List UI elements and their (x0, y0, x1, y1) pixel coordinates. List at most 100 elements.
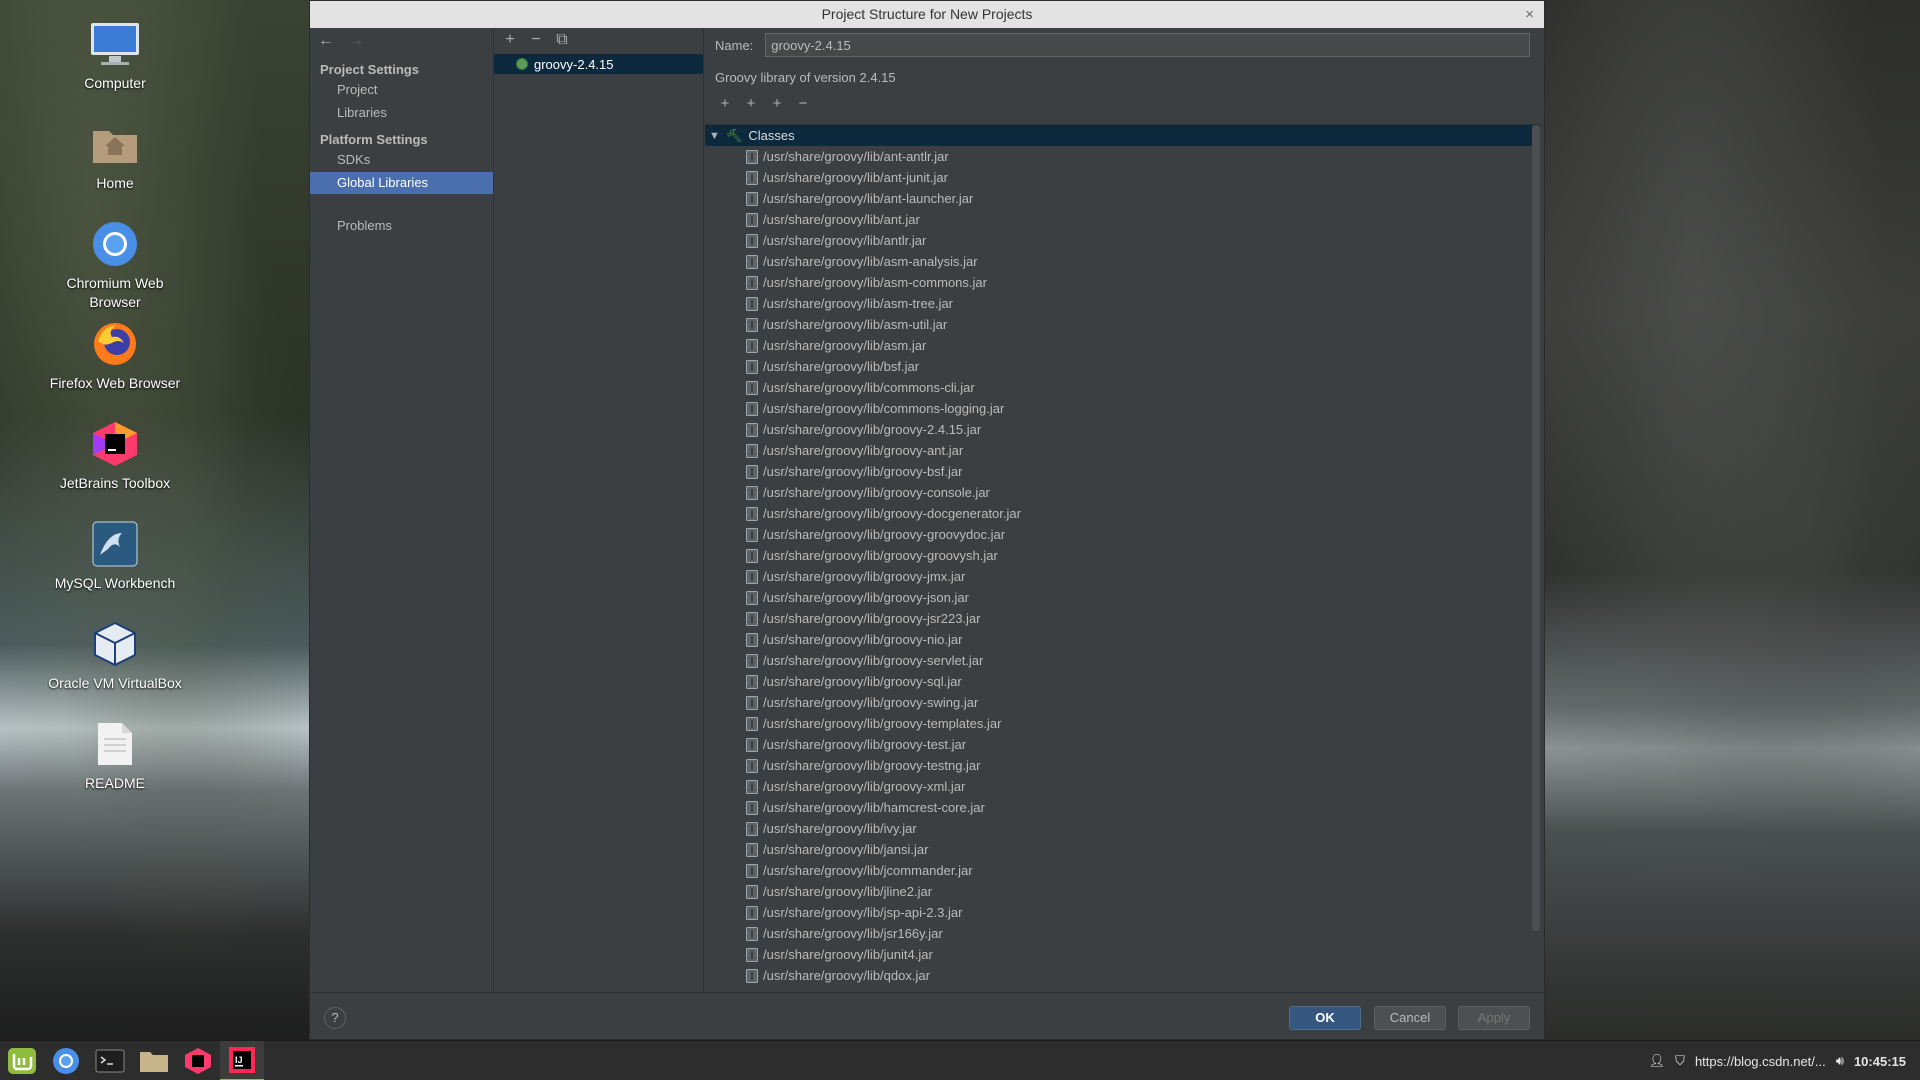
nav-section-project-settings: Project Settings (320, 62, 419, 77)
forward-arrow-icon[interactable]: → (348, 32, 364, 54)
mint-menu-icon[interactable] (0, 1041, 44, 1080)
jar-row[interactable]: /usr/share/groovy/lib/groovy-bsf.jar (705, 461, 1540, 482)
jar-row[interactable]: /usr/share/groovy/lib/hamcrest-core.jar (705, 797, 1540, 818)
jar-file-icon (746, 296, 758, 311)
nav-item-global-libraries[interactable]: Global Libraries (310, 172, 493, 194)
remove-icon[interactable]: − (528, 31, 544, 49)
desktop-icon-readme[interactable]: README (40, 718, 190, 818)
volume-icon[interactable]: 🔊︎ (1836, 1053, 1844, 1069)
add-icon[interactable]: + (717, 95, 733, 112)
jar-row[interactable]: /usr/share/groovy/lib/ant.jar (705, 209, 1540, 230)
jar-file-icon (746, 653, 758, 668)
remove-icon[interactable]: − (795, 95, 811, 112)
jar-row[interactable]: /usr/share/groovy/lib/junit4.jar (705, 944, 1540, 965)
tree-node-classes[interactable]: ▼ 🔨︎ Classes (705, 125, 1540, 146)
jar-row[interactable]: /usr/share/groovy/lib/groovy-docgenerato… (705, 503, 1540, 524)
jar-path: /usr/share/groovy/lib/groovy-docgenerato… (763, 506, 1021, 521)
nav-item-sdks[interactable]: SDKs (310, 149, 493, 171)
jar-row[interactable]: /usr/share/groovy/lib/asm-util.jar (705, 314, 1540, 335)
jar-file-icon (746, 926, 758, 941)
nav-item-libraries[interactable]: Libraries (310, 102, 493, 124)
jar-row[interactable]: /usr/share/groovy/lib/groovy-json.jar (705, 587, 1540, 608)
jar-row[interactable]: /usr/share/groovy/lib/groovy-jmx.jar (705, 566, 1540, 587)
copy-icon[interactable]: ⧉ (554, 31, 570, 49)
chromium-icon[interactable] (44, 1041, 88, 1080)
desktop-icon-jetbrains-toolbox[interactable]: JetBrains Toolbox (40, 418, 190, 518)
jar-path: /usr/share/groovy/lib/asm-commons.jar (763, 275, 987, 290)
add-icon[interactable]: + (502, 31, 518, 49)
jar-row[interactable]: /usr/share/groovy/lib/antlr.jar (705, 230, 1540, 251)
back-arrow-icon[interactable]: ← (318, 32, 334, 54)
jar-row[interactable]: /usr/share/groovy/lib/groovy-testng.jar (705, 755, 1540, 776)
desktop-icon-computer[interactable]: Computer (40, 18, 190, 118)
dialog-titlebar[interactable]: Project Structure for New Projects × (310, 1, 1544, 28)
jar-row[interactable]: /usr/share/groovy/lib/groovy-groovysh.ja… (705, 545, 1540, 566)
add-specific-icon[interactable]: + (743, 95, 759, 112)
jar-row[interactable]: /usr/share/groovy/lib/groovy-2.4.15.jar (705, 419, 1540, 440)
jar-row[interactable]: /usr/share/groovy/lib/groovy-nio.jar (705, 629, 1540, 650)
jar-row[interactable]: /usr/share/groovy/lib/groovy-xml.jar (705, 776, 1540, 797)
close-icon[interactable]: × (1525, 1, 1534, 28)
wrench-icon: 🔨︎ (725, 127, 743, 143)
nav-item-project[interactable]: Project (310, 79, 493, 101)
jar-path: /usr/share/groovy/lib/groovy-servlet.jar (763, 653, 984, 668)
jar-row[interactable]: /usr/share/groovy/lib/groovy-jsr223.jar (705, 608, 1540, 629)
name-input[interactable] (765, 33, 1531, 57)
jar-row[interactable]: /usr/share/groovy/lib/ant-junit.jar (705, 167, 1540, 188)
library-item-groovy[interactable]: groovy-2.4.15 (494, 54, 703, 74)
jar-file-icon (746, 758, 758, 773)
intellij-idea-icon[interactable]: IJ (220, 1040, 264, 1080)
desktop-icon-chromium[interactable]: Chromium Web Browser (40, 218, 190, 318)
jar-row[interactable]: /usr/share/groovy/lib/groovy-console.jar (705, 482, 1540, 503)
nav-section-platform-settings: Platform Settings (320, 132, 428, 147)
desktop-icon-firefox[interactable]: Firefox Web Browser (40, 318, 190, 418)
jar-row[interactable]: /usr/share/groovy/lib/groovy-servlet.jar (705, 650, 1540, 671)
jar-row[interactable]: /usr/share/groovy/lib/groovy-groovydoc.j… (705, 524, 1540, 545)
apply-button[interactable]: Apply (1458, 1006, 1530, 1030)
jar-row[interactable]: /usr/share/groovy/lib/ant-antlr.jar (705, 146, 1540, 167)
jar-row[interactable]: /usr/share/groovy/lib/groovy-sql.jar (705, 671, 1540, 692)
jar-file-icon (746, 254, 758, 269)
jar-row[interactable]: /usr/share/groovy/lib/asm.jar (705, 335, 1540, 356)
expand-triangle-icon[interactable]: ▼ (709, 130, 720, 142)
jar-row[interactable]: /usr/share/groovy/lib/asm-tree.jar (705, 293, 1540, 314)
files-icon[interactable] (132, 1041, 176, 1080)
help-button[interactable]: ? (324, 1007, 346, 1029)
jar-row[interactable]: /usr/share/groovy/lib/jsp-api-2.3.jar (705, 902, 1540, 923)
jar-file-icon (746, 569, 758, 584)
clock[interactable]: 10:45:15 (1854, 1054, 1906, 1069)
jar-file-icon (746, 737, 758, 752)
desktop-icon-home[interactable]: Home (40, 118, 190, 218)
jar-row[interactable]: /usr/share/groovy/lib/jansi.jar (705, 839, 1540, 860)
jar-path: /usr/share/groovy/lib/jsp-api-2.3.jar (763, 905, 963, 920)
jar-row[interactable]: /usr/share/groovy/lib/groovy-swing.jar (705, 692, 1540, 713)
ok-button[interactable]: OK (1289, 1006, 1361, 1030)
jar-row[interactable]: /usr/share/groovy/lib/ivy.jar (705, 818, 1540, 839)
jetbrains-toolbox-icon[interactable] (176, 1041, 220, 1080)
desktop-icon-mysql-workbench[interactable]: MySQL Workbench (40, 518, 190, 618)
jar-row[interactable]: /usr/share/groovy/lib/asm-analysis.jar (705, 251, 1540, 272)
jar-row[interactable]: /usr/share/groovy/lib/jline2.jar (705, 881, 1540, 902)
jar-row[interactable]: /usr/share/groovy/lib/asm-commons.jar (705, 272, 1540, 293)
jar-row[interactable]: /usr/share/groovy/lib/qdox.jar (705, 965, 1540, 986)
cancel-button[interactable]: Cancel (1374, 1006, 1446, 1030)
jar-row[interactable]: /usr/share/groovy/lib/commons-logging.ja… (705, 398, 1540, 419)
jar-row[interactable]: /usr/share/groovy/lib/jcommander.jar (705, 860, 1540, 881)
taskbar: IJ 👤︎ ⛉ https://blog.csdn.net/... 🔊︎ 10:… (0, 1040, 1920, 1080)
add-jar-icon[interactable]: + (769, 95, 785, 112)
user-icon[interactable]: 👤︎ (1649, 1053, 1666, 1069)
jar-row[interactable]: /usr/share/groovy/lib/groovy-ant.jar (705, 440, 1540, 461)
jar-row[interactable]: /usr/share/groovy/lib/groovy-test.jar (705, 734, 1540, 755)
jar-row[interactable]: /usr/share/groovy/lib/jsr166y.jar (705, 923, 1540, 944)
jar-row[interactable]: /usr/share/groovy/lib/ant-launcher.jar (705, 188, 1540, 209)
tree-scrollbar[interactable] (1532, 125, 1540, 931)
nav-item-problems[interactable]: Problems (310, 215, 493, 237)
jar-row[interactable]: /usr/share/groovy/lib/bsf.jar (705, 356, 1540, 377)
jar-row[interactable]: /usr/share/groovy/lib/commons-cli.jar (705, 377, 1540, 398)
terminal-icon[interactable] (88, 1041, 132, 1080)
jar-row[interactable]: /usr/share/groovy/lib/groovy-templates.j… (705, 713, 1540, 734)
desktop-icon-virtualbox[interactable]: Oracle VM VirtualBox (40, 618, 190, 718)
classes-tree[interactable]: ▼ 🔨︎ Classes /usr/share/groovy/lib/ant-a… (705, 124, 1540, 990)
desktop-icon-label: Firefox Web Browser (49, 375, 181, 391)
update-shield-icon[interactable]: ⛉ (1675, 1053, 1685, 1069)
